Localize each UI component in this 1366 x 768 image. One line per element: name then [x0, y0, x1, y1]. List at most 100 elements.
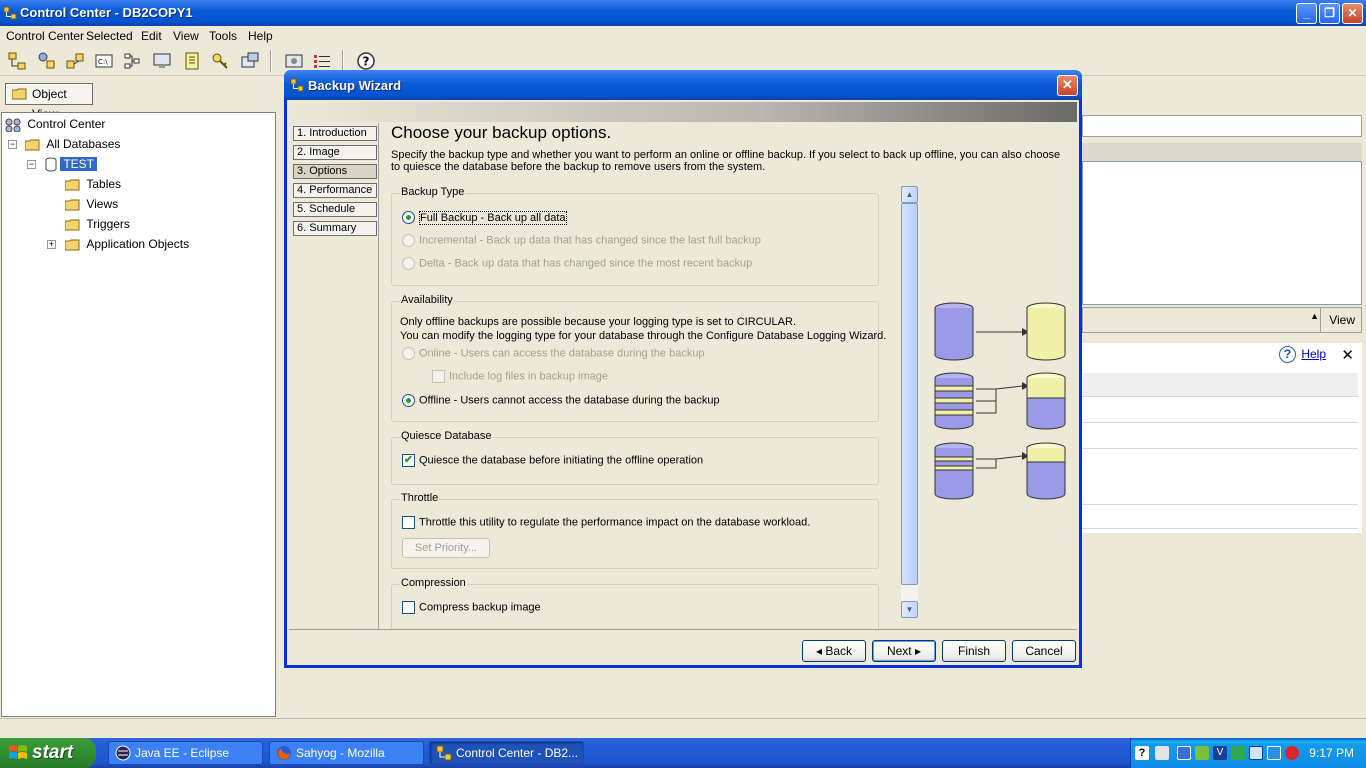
dialog-close-button[interactable]: ✕ — [1057, 75, 1078, 96]
details-row — [1082, 399, 1358, 423]
help-icon[interactable]: ? — [356, 51, 376, 71]
help-icon[interactable]: ? — [1279, 346, 1296, 363]
tree-item-views[interactable]: Views — [64, 195, 121, 213]
help-link[interactable]: Help — [1301, 347, 1326, 361]
toolbar-separator — [342, 50, 344, 72]
next-button[interactable]: Next ▸ — [872, 640, 936, 662]
scroll-thumb[interactable] — [901, 203, 918, 585]
sync-tray-icon[interactable] — [1195, 746, 1209, 760]
online-radio[interactable]: Online - Users can access the database d… — [402, 347, 705, 360]
include-logs-checkbox[interactable]: Include log files in backup image — [432, 370, 608, 383]
menu-bar: Control Center Selected Edit View Tools … — [0, 26, 1366, 46]
dialog-titlebar[interactable]: Backup Wizard ✕ — [284, 70, 1082, 100]
finish-button[interactable]: Finish — [942, 640, 1006, 662]
journal-icon[interactable] — [182, 51, 202, 71]
option-label: Throttle this utility to regulate the pe… — [419, 516, 811, 529]
details-list-icon[interactable] — [312, 51, 332, 71]
tree-item-test-database[interactable]: TEST — [45, 155, 98, 173]
contents-filter-bar — [1082, 115, 1362, 137]
menu-tools[interactable]: Tools — [209, 29, 237, 43]
option-label: Full Backup - Back up all data — [419, 210, 567, 225]
display-tray-icon[interactable] — [1267, 746, 1281, 760]
option-label: Compress backup image — [419, 601, 541, 614]
tools-settings-icon[interactable] — [284, 51, 304, 71]
replication-center-icon[interactable] — [37, 51, 57, 71]
development-center-icon[interactable] — [240, 51, 260, 71]
back-button[interactable]: ◂ Back — [802, 640, 866, 662]
group-title: Backup Type — [400, 186, 466, 198]
step-introduction[interactable]: 1. Introduction — [293, 126, 377, 141]
task-control-center[interactable]: Control Center - DB2... — [429, 741, 584, 765]
step-schedule[interactable]: 5. Schedule — [293, 202, 377, 217]
db2-icon — [436, 745, 452, 761]
step-summary[interactable]: 6. Summary — [293, 221, 377, 236]
object-view-button[interactable]: Object View — [5, 83, 93, 121]
collapse-toggle[interactable]: − — [27, 160, 36, 169]
tree-item-tables[interactable]: Tables — [64, 175, 124, 193]
details-row — [1082, 373, 1358, 397]
restore-button[interactable]: ❐ — [1319, 3, 1340, 24]
menu-control-center[interactable]: Control Center — [6, 29, 84, 43]
option-label: Include log files in backup image — [449, 370, 608, 383]
expand-toggle[interactable]: + — [47, 240, 56, 249]
scroll-up-arrow-icon[interactable]: ▲ — [1310, 311, 1319, 321]
tree-item-label: TEST — [60, 157, 98, 171]
step-options[interactable]: 3. Options — [293, 164, 377, 179]
db2-tray-icon[interactable] — [1231, 746, 1245, 760]
incremental-backup-radio[interactable]: Incremental - Back up data that has chan… — [402, 234, 761, 247]
license-center-icon[interactable] — [210, 51, 230, 71]
tree-item-triggers[interactable]: Triggers — [64, 215, 133, 233]
close-window-button[interactable]: ✕ — [1342, 3, 1363, 24]
task-eclipse[interactable]: Java EE - Eclipse — [108, 741, 263, 765]
menu-help[interactable]: Help — [248, 29, 273, 43]
minimize-button[interactable]: _ — [1296, 3, 1317, 24]
step-performance[interactable]: 4. Performance — [293, 183, 377, 198]
menu-view[interactable]: View — [173, 29, 199, 43]
delta-backup-radio[interactable]: Delta - Back up data that has changed si… — [402, 257, 752, 270]
offline-radio[interactable]: Offline - Users cannot access the databa… — [402, 394, 720, 407]
eclipse-icon — [115, 745, 131, 761]
main-window-titlebar[interactable]: Control Center - DB2COPY1 _ ❐ ✕ — [0, 0, 1366, 26]
options-scrollbar[interactable]: ▲ ▼ — [901, 186, 918, 618]
scroll-down-icon[interactable]: ▼ — [901, 601, 918, 618]
collapse-toggle[interactable]: − — [8, 140, 17, 149]
tree-item-all-databases[interactable]: All Databases — [24, 135, 123, 153]
control-center-app-icon — [290, 78, 304, 92]
menu-selected[interactable]: Selected — [86, 29, 133, 43]
tree-item-application-objects[interactable]: Application Objects — [64, 235, 192, 253]
contents-list[interactable] — [1082, 161, 1362, 305]
compress-checkbox[interactable]: Compress backup image — [402, 601, 541, 614]
health-center-icon[interactable] — [152, 51, 172, 71]
step-image[interactable]: 2. Image — [293, 145, 377, 160]
full-backup-radio[interactable]: Full Backup - Back up all data — [402, 210, 567, 225]
folder-icon — [64, 239, 80, 251]
network-tray-icon[interactable] — [1155, 746, 1169, 760]
task-label: Control Center - DB2... — [456, 746, 579, 760]
checkbox-indicator — [402, 516, 415, 529]
details-row — [1082, 505, 1358, 529]
tree-item-label: Views — [86, 197, 119, 211]
close-icon[interactable]: ✕ — [1341, 346, 1354, 364]
menu-edit[interactable]: Edit — [141, 29, 162, 43]
start-button[interactable]: start — [0, 738, 96, 768]
system-tree-icon[interactable] — [7, 51, 27, 71]
monitor-tray-icon[interactable] — [1249, 746, 1263, 760]
page-description: Specify the backup type and whether you … — [391, 149, 1061, 173]
view-button[interactable]: View — [1329, 313, 1355, 327]
set-priority-button[interactable]: Set Priority... — [402, 538, 490, 558]
arrow-tray-icon[interactable] — [1177, 746, 1191, 760]
help-tray-icon[interactable]: ? — [1135, 746, 1149, 760]
svg-text:?: ? — [363, 55, 370, 69]
task-center-icon[interactable] — [122, 51, 142, 71]
security-tray-icon[interactable] — [1285, 746, 1299, 760]
task-firefox[interactable]: Sahyog - Mozilla Firefox — [269, 741, 424, 765]
command-editor-icon[interactable]: C:\ — [94, 51, 114, 71]
vpn-tray-icon[interactable]: V — [1213, 746, 1227, 760]
scroll-up-icon[interactable]: ▲ — [901, 186, 918, 203]
satellite-admin-icon[interactable] — [65, 51, 85, 71]
quiesce-checkbox[interactable]: ✔ Quiesce the database before initiating … — [402, 454, 703, 467]
throttle-checkbox[interactable]: Throttle this utility to regulate the pe… — [402, 516, 810, 529]
cancel-button[interactable]: Cancel — [1012, 640, 1076, 662]
tree-item-control-center[interactable]: Control Center — [5, 115, 108, 133]
group-title: Quiesce Database — [400, 430, 493, 442]
